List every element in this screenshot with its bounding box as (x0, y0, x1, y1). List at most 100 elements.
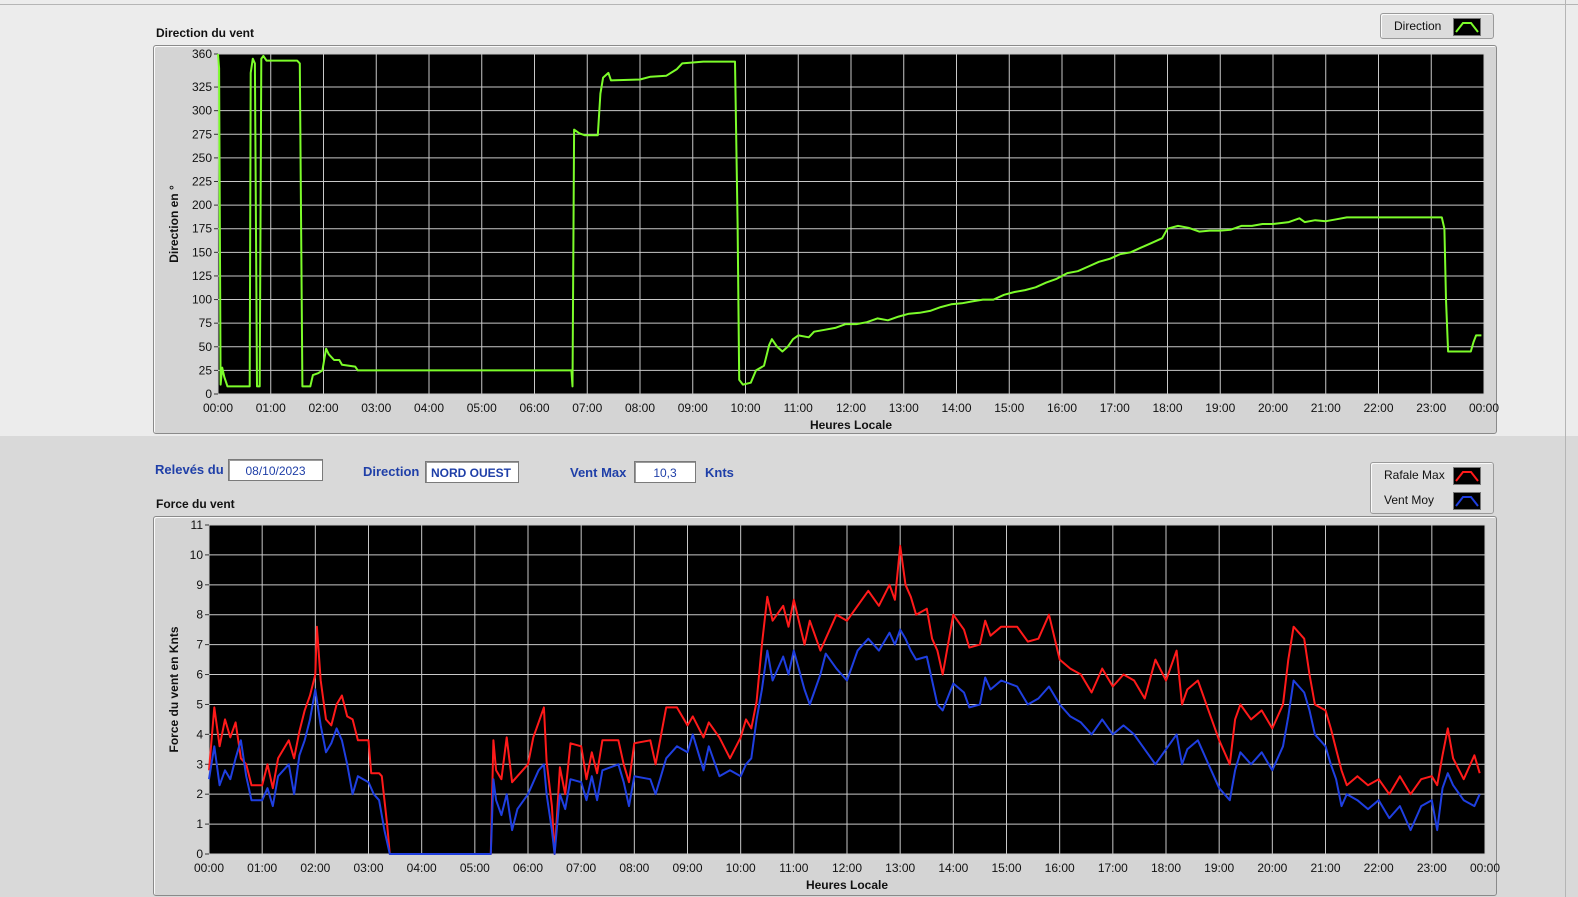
x-tick-label: 01:00 (256, 401, 286, 415)
x-tick-label: 15:00 (994, 401, 1024, 415)
x-tick-label: 11:00 (779, 861, 808, 875)
y-tick-label: 50 (199, 340, 213, 354)
x-tick-label: 19:00 (1204, 861, 1234, 875)
x-tick-label: 23:00 (1416, 401, 1446, 415)
y-tick-label: 0 (205, 387, 212, 401)
ventmax-unit: Knts (705, 465, 734, 480)
x-tick-label: 08:00 (619, 861, 649, 875)
x-tick-label: 05:00 (460, 861, 490, 875)
y-tick-label: 150 (192, 245, 212, 259)
direction-chart-frame: 00:00 01:00 02:00 03:00 04:00 05:00 06:00 07:00… (153, 45, 1499, 434)
x-tick-label: 03:00 (361, 401, 391, 415)
x-tick-label: 17:00 (1098, 861, 1128, 875)
force-chart-frame: 00:00 01:00 02:00 03:00 04:00 05:00 06:00 07:00… (153, 516, 1500, 896)
legend-label-direction: Direction (1394, 19, 1442, 33)
direction-value-field[interactable]: NORD OUEST (425, 461, 519, 483)
direction-chart[interactable]: 00:00 01:00 02:00 03:00 04:00 05:00 06:00 07:00… (154, 46, 1499, 433)
x-tick-label: 12:00 (836, 401, 866, 415)
x-tick-label: 19:00 (1205, 401, 1235, 415)
x-tick-label: 02:00 (300, 861, 330, 875)
direction-line-swatch-icon (1453, 18, 1481, 36)
legend-item-rafale[interactable]: Rafale Max (1371, 464, 1493, 486)
rafale-line-swatch-icon (1453, 467, 1481, 485)
y-tick-label: 250 (192, 151, 212, 165)
x-tick-label: 09:00 (672, 861, 702, 875)
y-tick-label: 3 (196, 757, 203, 771)
x-tick-label: 16:00 (1047, 401, 1077, 415)
y-tick-label: 6 (196, 668, 203, 682)
x-tick-label: 21:00 (1311, 401, 1341, 415)
x-tick-label: 10:00 (726, 861, 756, 875)
x-tick-label: 20:00 (1258, 401, 1288, 415)
x-tick-label: 10:00 (730, 401, 760, 415)
y-tick-label: 10 (190, 548, 204, 562)
x-tick-label: 16:00 (1045, 861, 1075, 875)
y-tick-label: 300 (192, 104, 212, 118)
x-tick-label: 18:00 (1151, 861, 1181, 875)
y-tick-label: 175 (192, 222, 212, 236)
y-tick-label: 0 (196, 847, 203, 861)
force-chart-title: Force du vent (156, 497, 235, 511)
legend-item-ventmoy[interactable]: Vent Moy (1371, 489, 1493, 511)
y-tick-label: 25 (199, 363, 213, 377)
y-tick-label: 100 (192, 293, 212, 307)
x-tick-label: 01:00 (247, 861, 277, 875)
x-tick-label: 06:00 (513, 861, 543, 875)
y-tick-label: 4 (196, 727, 203, 741)
x-tick-label: 04:00 (414, 401, 444, 415)
x-tick-label: 15:00 (991, 861, 1021, 875)
legend-item-direction[interactable]: Direction (1381, 15, 1493, 37)
direction-label: Direction (363, 464, 420, 479)
force-legend[interactable]: Rafale Max Vent Moy (1370, 462, 1494, 514)
x-axis-title: Heures Locale (810, 418, 892, 432)
x-tick-label: 03:00 (353, 861, 383, 875)
x-tick-label: 09:00 (678, 401, 708, 415)
y-tick-label: 325 (192, 80, 212, 94)
force-chart[interactable]: 00:00 01:00 02:00 03:00 04:00 05:00 06:00 07:00… (154, 517, 1500, 895)
y-tick-label: 8 (196, 608, 203, 622)
x-tick-label: 18:00 (1152, 401, 1182, 415)
direction-legend[interactable]: Direction (1380, 13, 1494, 39)
x-tick-label: 13:00 (889, 401, 919, 415)
right-divider (1565, 0, 1566, 897)
y-axis-title: Force du vent en Knts (167, 626, 181, 752)
y-tick-label: 7 (196, 638, 203, 652)
x-tick-label: 05:00 (467, 401, 497, 415)
x-tick-label: 17:00 (1100, 401, 1130, 415)
releves-label: Relevés du (155, 462, 224, 477)
x-tick-label: 00:00 (194, 861, 224, 875)
x-tick-label: 23:00 (1417, 861, 1447, 875)
x-tick-label: 08:00 (625, 401, 655, 415)
x-tick-label: 14:00 (938, 861, 968, 875)
x-tick-label: 21:00 (1310, 861, 1340, 875)
y-tick-label: 11 (191, 518, 204, 532)
y-tick-label: 5 (196, 697, 203, 711)
x-tick-label: 02:00 (308, 401, 338, 415)
x-tick-label: 22:00 (1363, 401, 1393, 415)
ventmax-value-field[interactable]: 10,3 (634, 461, 696, 483)
x-tick-label: 00:00 (203, 401, 233, 415)
x-tick-label: 07:00 (572, 401, 602, 415)
x-tick-label: 11:00 (784, 401, 813, 415)
releves-date-field[interactable]: 08/10/2023 (228, 459, 323, 481)
y-tick-label: 200 (192, 198, 212, 212)
x-tick-label: 22:00 (1364, 861, 1394, 875)
x-tick-label: 13:00 (885, 861, 915, 875)
x-tick-label: 04:00 (407, 861, 437, 875)
x-tick-label: 14:00 (941, 401, 971, 415)
x-axis-title: Heures Locale (806, 878, 888, 892)
x-tick-label: 20:00 (1257, 861, 1287, 875)
y-tick-label: 2 (196, 787, 203, 801)
y-tick-label: 125 (192, 269, 212, 283)
legend-label-ventmoy: Vent Moy (1384, 493, 1435, 507)
y-tick-label: 275 (192, 127, 212, 141)
y-axis-title: Direction en ° (167, 185, 181, 263)
legend-label-rafale: Rafale Max (1384, 468, 1445, 482)
y-tick-label: 75 (199, 316, 213, 330)
y-tick-label: 225 (192, 175, 212, 189)
ventmoy-line-swatch-icon (1453, 492, 1481, 510)
x-tick-label: 06:00 (519, 401, 549, 415)
x-tick-label: 12:00 (832, 861, 862, 875)
ventmax-label: Vent Max (570, 465, 627, 480)
y-tick-label: 360 (192, 47, 212, 61)
